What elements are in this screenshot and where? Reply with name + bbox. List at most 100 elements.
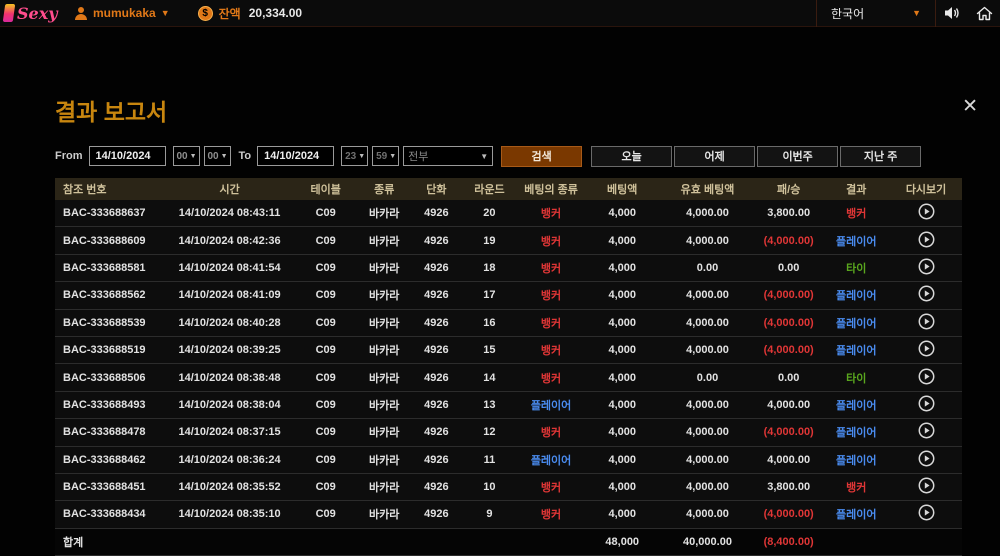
column-header: 참조 번호 [55, 181, 165, 197]
replay-cell [890, 504, 962, 524]
result-value: 타이 [822, 370, 890, 386]
bet-type: 플레이어 [518, 397, 585, 413]
round-number: 19 [461, 235, 517, 247]
replay-button[interactable] [918, 285, 935, 302]
column-header: 패/승 [755, 181, 822, 197]
win-lose-amount: (4,000.00) [755, 508, 822, 520]
replay-button[interactable] [918, 504, 935, 521]
replay-button[interactable] [918, 203, 935, 220]
replay-button[interactable] [918, 340, 935, 357]
replay-button[interactable] [918, 231, 935, 248]
valid-bet-amount: 4,000.00 [660, 481, 755, 493]
last-week-button[interactable]: 지난 주 [840, 146, 921, 167]
round-number: 20 [461, 207, 517, 219]
chevron-down-icon: ▼ [190, 153, 197, 160]
bet-time: 14/10/2024 08:37:15 [165, 426, 295, 438]
today-button[interactable]: 오늘 [591, 146, 672, 167]
play-icon [918, 313, 935, 330]
from-date-input[interactable]: 14/10/2024 [89, 146, 166, 166]
win-lose-amount: (4,000.00) [755, 426, 822, 438]
play-icon [918, 395, 935, 412]
table-row: BAC-33368851914/10/2024 08:39:25C09바카라49… [55, 337, 962, 364]
valid-bet-amount: 4,000.00 [660, 454, 755, 466]
brand-logo[interactable]: Sexy [4, 4, 60, 23]
result-value: 플레이어 [822, 315, 890, 331]
column-header: 유효 베팅액 [660, 181, 755, 197]
replay-button[interactable] [918, 477, 935, 494]
bet-amount: 4,000 [585, 289, 660, 301]
search-button[interactable]: 검색 [501, 146, 582, 167]
play-icon [918, 340, 935, 357]
column-header: 종류 [357, 181, 411, 197]
to-minute-select[interactable]: 59 ▼ [372, 146, 399, 166]
result-value: 플레이어 [822, 397, 890, 413]
game-type: 바카라 [357, 424, 411, 440]
table-id: C09 [294, 289, 357, 301]
game-type: 바카라 [357, 233, 411, 249]
shoe-number: 4926 [411, 262, 461, 274]
sound-button[interactable] [936, 0, 968, 27]
from-hour-select[interactable]: 00 ▼ [173, 146, 200, 166]
valid-bet-amount: 4,000.00 [660, 235, 755, 247]
bet-amount: 4,000 [585, 399, 660, 411]
game-type-value: 전부 [408, 148, 428, 164]
close-icon[interactable]: ✕ [962, 97, 978, 116]
chevron-down-icon: ▼ [358, 153, 365, 160]
user-menu[interactable]: mumukaka ▼ [74, 6, 170, 20]
game-type: 바카라 [357, 260, 411, 276]
replay-button[interactable] [918, 258, 935, 275]
from-minute-select[interactable]: 00 ▼ [204, 146, 231, 166]
bet-time: 14/10/2024 08:40:28 [165, 317, 295, 329]
replay-cell [890, 477, 962, 497]
from-label: From [55, 150, 83, 162]
table-row: BAC-33368856214/10/2024 08:41:09C09바카라49… [55, 282, 962, 309]
bet-amount: 4,000 [585, 317, 660, 329]
win-lose-amount: 3,800.00 [755, 481, 822, 493]
this-week-button[interactable]: 이번주 [757, 146, 838, 167]
replay-button[interactable] [918, 313, 935, 330]
top-bar: Sexy mumukaka ▼ $ 잔액 20,334.00 한국어 ▼ [0, 0, 1000, 27]
home-button[interactable] [968, 0, 1000, 27]
table-id: C09 [294, 508, 357, 520]
bet-type: 뱅커 [518, 233, 585, 249]
play-icon [918, 450, 935, 467]
bet-time: 14/10/2024 08:38:48 [165, 372, 295, 384]
table-id: C09 [294, 481, 357, 493]
brand-logo-icon [3, 4, 16, 22]
bet-amount: 4,000 [585, 454, 660, 466]
shoe-number: 4926 [411, 289, 461, 301]
yesterday-button[interactable]: 어제 [674, 146, 755, 167]
chevron-down-icon: ▼ [161, 8, 170, 18]
shoe-number: 4926 [411, 344, 461, 356]
result-value: 뱅커 [822, 479, 890, 495]
replay-button[interactable] [918, 395, 935, 412]
game-type: 바카라 [357, 315, 411, 331]
result-value: 플레이어 [822, 506, 890, 522]
to-date-input[interactable]: 14/10/2024 [257, 146, 334, 166]
play-icon [918, 231, 935, 248]
shoe-number: 4926 [411, 317, 461, 329]
column-header: 베팅의 종류 [518, 181, 585, 197]
from-minute-value: 00 [208, 151, 219, 162]
brand-logo-text: Sexy [17, 4, 58, 23]
table-body: BAC-33368863714/10/2024 08:43:11C09바카라49… [55, 200, 962, 529]
bet-amount: 4,000 [585, 508, 660, 520]
replay-button[interactable] [918, 450, 935, 467]
shoe-number: 4926 [411, 426, 461, 438]
shoe-number: 4926 [411, 207, 461, 219]
total-label: 합계 [55, 534, 165, 550]
language-select[interactable]: 한국어 ▼ [816, 0, 936, 27]
bet-time: 14/10/2024 08:43:11 [165, 207, 295, 219]
chevron-down-icon: ▼ [480, 152, 488, 161]
bet-amount: 4,000 [585, 426, 660, 438]
replay-button[interactable] [918, 422, 935, 439]
replay-button[interactable] [918, 368, 935, 385]
to-hour-select[interactable]: 23 ▼ [341, 146, 368, 166]
round-number: 13 [461, 399, 517, 411]
results-table: 참조 번호시간테이블종류단화라운드베팅의 종류베팅액유효 베팅액패/승결과다시보… [55, 178, 962, 556]
bet-type: 뱅커 [518, 315, 585, 331]
result-value: 플레이어 [822, 452, 890, 468]
game-type-select[interactable]: 전부 ▼ [403, 146, 493, 166]
shoe-number: 4926 [411, 508, 461, 520]
result-value: 플레이어 [822, 424, 890, 440]
